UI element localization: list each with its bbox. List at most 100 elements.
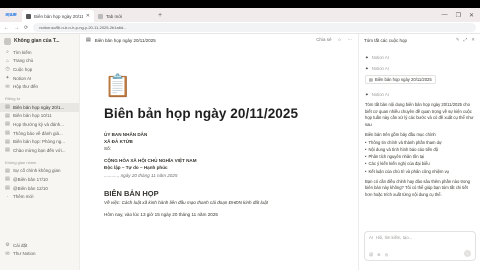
new-tab-button[interactable]: + xyxy=(154,12,166,19)
ai-response-text: Bạn có cần điều chỉnh hay đào sâu thêm p… xyxy=(365,178,470,197)
mention-icon[interactable]: @ xyxy=(369,252,373,257)
page-content: 📋 Biên bản họp ngày 20/11/2025 ỦY BAN NH… xyxy=(104,74,334,219)
sparkle-icon: ✦ xyxy=(365,91,369,97)
attach-icon[interactable]: ⊕ xyxy=(377,252,381,257)
sidebar-item-settings[interactable]: ⚙ Cài đặt xyxy=(0,241,80,250)
back-button[interactable]: ← xyxy=(4,25,9,31)
reload-button[interactable]: ⟳ xyxy=(24,25,28,31)
panel-tools: ✎ ⤢ ✕ xyxy=(456,37,475,43)
composer-input[interactable]: Hỏi, tìm kiếm, tạo... xyxy=(376,235,412,240)
share-button[interactable]: Chia sẻ xyxy=(316,37,331,43)
workspace-name: Không gian của T... xyxy=(14,38,60,44)
sidebar-item-home[interactable]: ⌂ Trang chủ xyxy=(0,57,79,66)
sidebar-item-meetings[interactable]: ◷ Cuộc họp xyxy=(0,65,79,74)
document-body[interactable]: ỦY BAN NHÂN DÂN XÃ ĐÀ KTỪB Số: CỘNG HÒA … xyxy=(104,131,334,219)
sidebar-section-private[interactable]: Riêng tư xyxy=(0,94,79,103)
browser-window: ǝᴉɯɐ Biên bản họp ngày 20/11/2025 ✕ Tab … xyxy=(0,8,480,270)
ai-label-text: Notion AI xyxy=(371,92,389,97)
sidebar-item-page[interactable]: ▤ Biên bản họp: Phòng ng... xyxy=(0,137,79,146)
ai-label: ✦ Notion AI xyxy=(365,54,474,61)
list-item-text: Phân tích nguyên nhân tồn tại xyxy=(368,154,425,160)
more-options-icon[interactable]: ⋯ xyxy=(348,37,353,43)
tab-new-tab[interactable]: Tab mới xyxy=(94,10,154,22)
main-editor: ▤ Biên bản họp ngày 20/11/2025 Chia sẻ ☆… xyxy=(80,34,358,270)
close-panel-icon[interactable]: ✕ xyxy=(471,37,475,43)
sidebar-item-add-new[interactable]: · Thêm mới xyxy=(0,192,79,201)
topbar-actions: Chia sẻ ☆ ⋯ xyxy=(316,37,352,43)
doc-heading: BIÊN BẢN HỌP xyxy=(104,188,159,198)
sidebar-item-label: Tìm kiếm xyxy=(13,49,32,55)
sidebar-item-page[interactable]: ▤ Họp thường kỳ và đánh... xyxy=(0,120,79,129)
new-chat-icon[interactable]: ✎ xyxy=(456,37,460,43)
tab-meeting-minutes[interactable]: Biên bản họp ngày 20/11/2025 ✕ xyxy=(22,10,94,22)
sidebar-item-page[interactable]: ▤ Biên bản họp ngày 20/1... xyxy=(0,102,79,112)
sidebar-item-page[interactable]: ▤ Sự cố chính không gian xyxy=(0,167,79,176)
list-item: • Các ý kiến kiến nghị của đại biểu xyxy=(365,161,430,167)
ai-label: ✦ Notion AI xyxy=(365,91,474,98)
doc-line: Hôm nay, vào lúc 13 giờ 15 ngày 20 tháng… xyxy=(104,212,218,218)
expand-icon[interactable]: ⤢ xyxy=(464,37,468,43)
sidebar-item-page[interactable]: ▤ Chào mừng bạn đến với... xyxy=(0,146,79,155)
url-input[interactable]: notion.so/Bi-n-b-n-h-p-ng-y-20-11-2025-2… xyxy=(33,23,476,32)
home-icon: ⌂ xyxy=(5,57,10,64)
close-window-button[interactable]: ✕ xyxy=(469,12,474,19)
sidebar-item-page[interactable]: ▤ @Biên bản 17/10 xyxy=(0,175,79,184)
sidebar-item-label: Biên bản họp: Phòng ng... xyxy=(13,139,66,145)
sidebar-item-label: Trang chủ xyxy=(13,58,34,64)
ai-composer[interactable]: AI Hỏi, tìm kiếm, tạo... @ ⊕ ◎ ↑ xyxy=(364,231,476,261)
sidebar-item-label: Thư Notion xyxy=(13,251,36,257)
sidebar-item-label: Thêm mới xyxy=(13,194,34,200)
minimize-button[interactable]: — xyxy=(442,12,448,19)
page-icon: ▤ xyxy=(369,77,373,82)
sidebar-item-label: Biên bản họp 10/11 xyxy=(13,113,52,119)
sidebar-item-notion-mail[interactable]: ✉ Thư Notion xyxy=(0,249,80,258)
sidebar-item-page[interactable]: ▤ Thông báo về đánh giá... xyxy=(0,129,79,138)
page-icon: ▤ xyxy=(5,147,10,154)
sidebar-item-notion-ai[interactable]: ✦ Notion AI xyxy=(0,74,79,83)
ai-response-text: Tóm tắt bản nội dung biên bản họp ngày 2… xyxy=(365,102,474,127)
page-mention-chip[interactable]: ▤ Biên bản họp ngày 20/11/2025 xyxy=(365,75,436,84)
sidebar-item-page[interactable]: ▤ Biên bản họp 10/11 xyxy=(0,112,79,121)
sidebar-item-search[interactable]: ⌕ Tìm kiếm xyxy=(0,48,79,57)
maximize-button[interactable]: ❐ xyxy=(456,12,461,19)
panel-title[interactable]: Tóm tắt các cuộc họp xyxy=(364,38,407,43)
list-item: • Kết luận của chủ trì và phân công nhiệm… xyxy=(365,168,450,174)
sidebar-section-teamspace[interactable]: Không gian nhóm xyxy=(0,158,79,167)
page-icon: ▤ xyxy=(5,121,10,128)
clipboard-icon[interactable]: 📋 xyxy=(104,74,334,100)
favorite-star-icon[interactable]: ☆ xyxy=(337,37,341,43)
workspace-switcher[interactable]: Không gian của T... xyxy=(0,34,79,48)
doc-line: CỘNG HÒA XÃ HỘI CHỦ NGHĨA VIỆT NAM xyxy=(104,158,197,164)
new-tab-favicon-icon xyxy=(98,13,103,19)
ai-panel-body: ✦ Notion AI ✦ Notion AI ▤ Biên bản họp ngày… xyxy=(359,46,480,202)
more-icon: · xyxy=(6,193,9,200)
doc-line: ỦY BAN NHÂN DÂN xyxy=(104,132,148,137)
send-button[interactable]: ↑ xyxy=(464,250,471,257)
workspace-avatar xyxy=(4,37,11,45)
page-icon: ▤ xyxy=(5,176,10,183)
tab-label: Tab mới xyxy=(106,13,123,19)
tab-close-icon[interactable]: ✕ xyxy=(86,13,90,19)
sidebar-item-label: @Biên bản 12/10 xyxy=(13,185,48,191)
sidebar-bottom: ⚙ Cài đặt ✉ Thư Notion xyxy=(0,241,80,258)
sidebar-item-label: Hộp thư đến xyxy=(13,84,39,90)
composer-tools: @ ⊕ ◎ xyxy=(369,252,388,257)
sidebar-item-label: Cuộc họp xyxy=(13,66,33,72)
breadcrumb[interactable]: Biên bản họp ngày 20/11/2025 xyxy=(95,38,156,43)
tab-label: Biên bản họp ngày 20/11/2025 xyxy=(34,13,83,19)
sidebar-item-label: Thông báo về đánh giá... xyxy=(13,130,63,136)
clock-icon: ◷ xyxy=(5,66,10,73)
notion-favicon-icon xyxy=(26,13,31,19)
sidebar-item-inbox[interactable]: ✉ Hộp thư đến xyxy=(0,82,79,91)
doc-line: Độc lập – Tự do – Hạnh phúc xyxy=(104,165,168,171)
forward-button[interactable]: → xyxy=(14,25,19,31)
sparkle-icon: ✦ xyxy=(365,54,369,60)
sidebar-item-page[interactable]: ▤ @Biên bản 12/10 xyxy=(0,184,79,193)
page-icon: ▤ xyxy=(5,138,10,145)
target-icon[interactable]: ◎ xyxy=(385,252,389,257)
doc-line: Về việc: Cách luật xã kinh hành liên đầu… xyxy=(104,200,268,206)
page-title[interactable]: Biên bản họp ngày 20/11/2025 xyxy=(104,106,334,121)
chip-label: Biên bản họp ngày 20/11/2025 xyxy=(374,77,432,82)
page-icon: ▤ xyxy=(5,185,10,192)
screen-frame: ǝᴉɯɐ Biên bản họp ngày 20/11/2025 ✕ Tab … xyxy=(0,0,480,270)
